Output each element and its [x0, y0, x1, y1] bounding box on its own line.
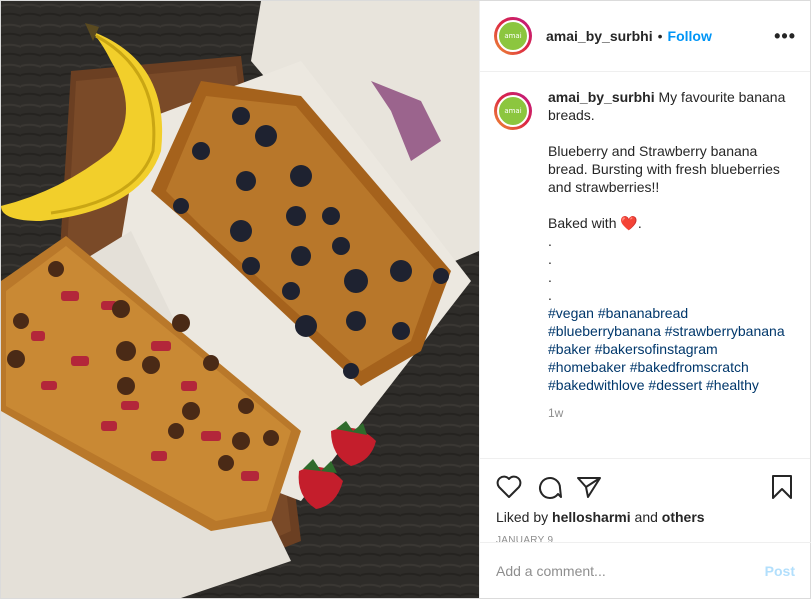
follow-button[interactable]: Follow [668, 28, 712, 44]
hashtag-link[interactable]: #bakedfromscratch [630, 359, 749, 375]
hashtag-link[interactable]: #strawberrybanana [665, 323, 785, 339]
caption-dot-4: . [548, 287, 552, 303]
bookmark-icon[interactable] [770, 474, 794, 500]
post-image[interactable] [1, 1, 479, 598]
more-options-icon[interactable]: ••• [774, 26, 796, 47]
hashtag-link[interactable]: #vegan [548, 305, 594, 321]
caption-first-paragraph: amai_by_surbhi My favourite banana bread… [548, 88, 796, 124]
separator-dot: • [657, 28, 663, 44]
post-caption: amai_by_surbhi My favourite banana bread… [548, 88, 796, 458]
profile-avatar-ring[interactable]: amai [494, 17, 532, 55]
caption-paragraph-2: Blueberry and Strawberry banana bread. B… [548, 143, 780, 195]
caption-dot-1: . [548, 233, 552, 249]
hashtag-link[interactable]: #bakersofinstagram [595, 341, 718, 357]
hashtags: #vegan #bananabread #blueberrybanana #st… [548, 304, 796, 394]
share-icon[interactable] [576, 475, 602, 499]
likes-summary: Liked by hellosharmi and others [496, 509, 794, 525]
instagram-post: amai amai_by_surbhi • Follow ••• amai am… [0, 0, 811, 599]
baked-with-end: . [637, 215, 642, 231]
caption-dot-3: . [548, 269, 552, 285]
hashtag-link[interactable]: #bakedwithlove [548, 377, 645, 393]
hashtag-link[interactable]: #blueberrybanana [548, 323, 661, 339]
post-comment-button[interactable]: Post [765, 563, 795, 579]
caption-avatar-ring[interactable]: amai [494, 92, 532, 130]
hashtag-link[interactable]: #baker [548, 341, 591, 357]
caption-avatar: amai [497, 95, 529, 127]
comment-box: Post [480, 542, 811, 598]
comment-input[interactable] [496, 562, 765, 579]
caption-time-ago[interactable]: 1w [548, 404, 796, 422]
caption-area: amai amai_by_surbhi My favourite banana … [480, 72, 810, 458]
liked-by-others[interactable]: others [662, 509, 705, 525]
comment-icon[interactable] [536, 475, 562, 499]
liked-by-prefix: Liked by [496, 509, 549, 525]
header-username[interactable]: amai_by_surbhi [546, 28, 653, 44]
heart-icon[interactable] [496, 475, 522, 499]
liked-by-user[interactable]: hellosharmi [552, 509, 631, 525]
hashtag-link[interactable]: #homebaker [548, 359, 626, 375]
caption-dot-2: . [548, 251, 552, 267]
action-icons [496, 467, 794, 507]
post-side-panel: amai amai_by_surbhi • Follow ••• amai am… [479, 1, 811, 598]
avatar: amai [497, 20, 529, 52]
heart-emoji-icon: ❤️ [620, 215, 638, 231]
caption-baked-with: Baked with ❤️. [548, 214, 796, 232]
hashtag-link[interactable]: #dessert [648, 377, 702, 393]
banana-bread-photo [1, 1, 479, 598]
hashtag-link[interactable]: #healthy [706, 377, 759, 393]
post-header: amai amai_by_surbhi • Follow ••• [480, 1, 810, 72]
hashtag-link[interactable]: #bananabread [598, 305, 688, 321]
liked-by-mid: and [634, 509, 658, 525]
caption-username[interactable]: amai_by_surbhi [548, 89, 655, 105]
baked-with-text: Baked with [548, 215, 617, 231]
